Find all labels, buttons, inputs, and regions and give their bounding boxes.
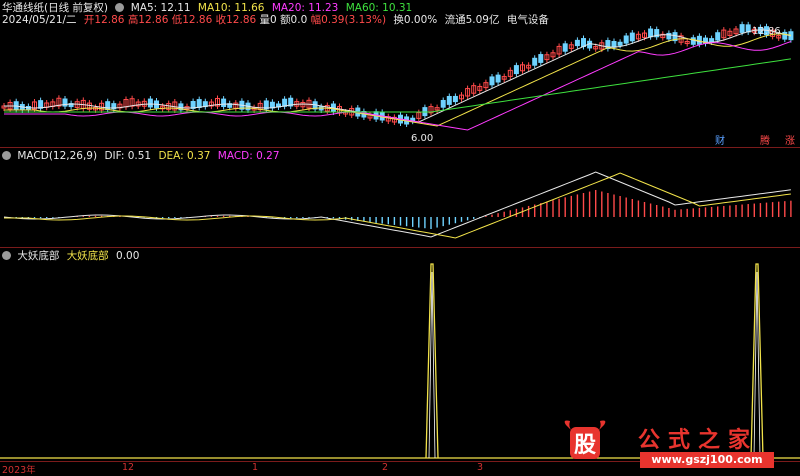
macd-title[interactable]: MACD(12,26,9) bbox=[17, 150, 97, 162]
candle-body bbox=[648, 28, 654, 38]
indicator-name[interactable]: 大妖底部 bbox=[17, 250, 59, 262]
candle-body bbox=[690, 37, 696, 45]
macd-header: MACD(12,26,9) DIF: 0.51 DEA: 0.37 MACD: … bbox=[2, 150, 284, 162]
candle-body bbox=[532, 57, 538, 66]
candle-body bbox=[147, 98, 153, 108]
candle-body bbox=[709, 38, 715, 43]
chart-canvas[interactable] bbox=[0, 0, 800, 474]
macd-settings-icon[interactable] bbox=[2, 151, 11, 160]
candle-body bbox=[745, 24, 751, 33]
candle-body bbox=[562, 43, 568, 52]
candle-body bbox=[623, 35, 629, 44]
candle-body bbox=[495, 74, 501, 83]
x-axis-label: 2 bbox=[382, 462, 389, 473]
x-axis-label: 1 bbox=[252, 462, 259, 473]
candle-body bbox=[446, 95, 452, 105]
badge-finance[interactable]: 财 bbox=[715, 137, 725, 147]
bull-logo-icon: 股 bbox=[564, 420, 606, 459]
macd-dea: DEA: 0.37 bbox=[158, 150, 211, 162]
watermark-url[interactable]: www.gszj100.com bbox=[640, 452, 774, 468]
price-panel[interactable] bbox=[1, 21, 794, 131]
candle-body bbox=[452, 95, 458, 103]
candle-body bbox=[629, 32, 635, 42]
candle-body bbox=[782, 31, 788, 40]
indicator-value: 0.00 bbox=[116, 250, 140, 262]
candle-body bbox=[440, 99, 446, 108]
price-low-label: 6.00 bbox=[411, 133, 434, 144]
ma20-line bbox=[4, 41, 792, 131]
macd-value: MACD: 0.27 bbox=[217, 150, 280, 162]
price-high-label: 12.86 bbox=[752, 26, 781, 37]
candle-body bbox=[489, 76, 495, 86]
logo-char: 股 bbox=[574, 433, 596, 458]
indicator-header: 大妖底部 大妖底部 0.00 bbox=[2, 250, 143, 262]
candle-body bbox=[282, 98, 288, 107]
indicator-settings-icon[interactable] bbox=[2, 251, 11, 260]
x-axis-label: 12 bbox=[122, 462, 135, 473]
candle-body bbox=[715, 32, 721, 41]
candle-body bbox=[666, 32, 672, 40]
candle-body bbox=[574, 39, 580, 47]
candle-body bbox=[611, 41, 617, 48]
candle-body bbox=[538, 54, 544, 63]
x-axis-label: 3 bbox=[477, 462, 484, 473]
candle-body bbox=[221, 98, 227, 107]
candle-body bbox=[196, 99, 202, 108]
dea-line bbox=[4, 172, 791, 239]
macd-panel[interactable] bbox=[3, 171, 792, 239]
indicator-series-label: 大妖底部 bbox=[66, 250, 109, 262]
candle-body bbox=[38, 100, 44, 109]
candle-body bbox=[617, 41, 623, 46]
candle-body bbox=[513, 65, 519, 75]
macd-dif: DIF: 0.51 bbox=[104, 150, 152, 162]
badge-surge[interactable]: 腾 bbox=[760, 137, 770, 147]
watermark-title: 公式之家 bbox=[638, 427, 759, 453]
badge-rise[interactable]: 涨 bbox=[785, 137, 795, 147]
candle-body bbox=[739, 24, 745, 33]
